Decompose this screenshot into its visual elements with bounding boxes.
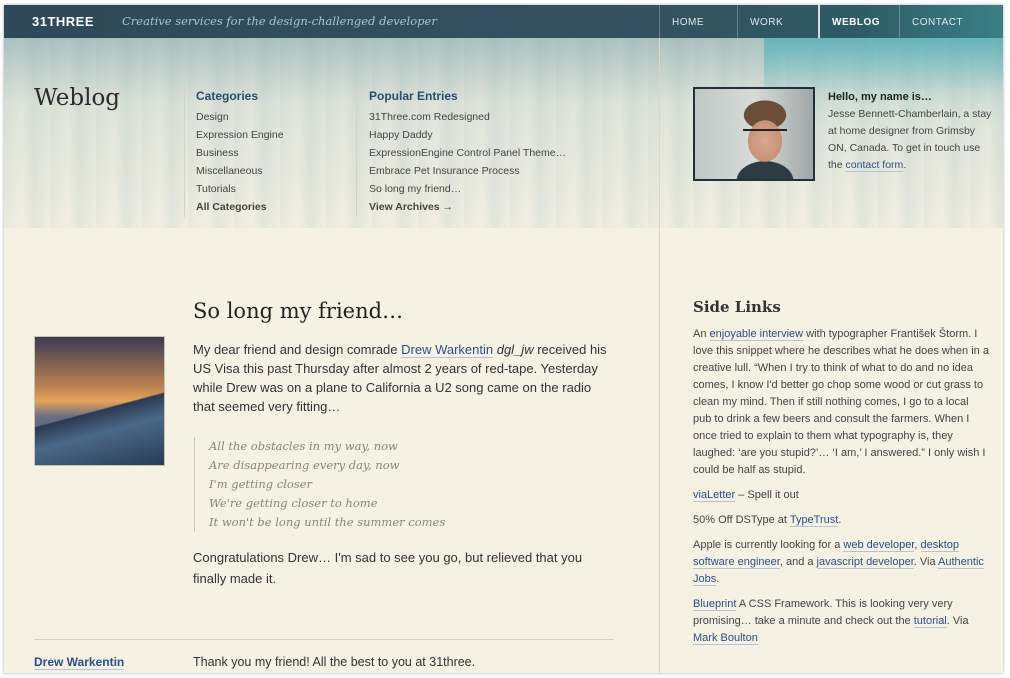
side-text: . Via xyxy=(913,556,939,568)
site-tagline: Creative services for the design-challen… xyxy=(122,14,437,28)
vialetter-link[interactable]: viaLetter xyxy=(693,489,736,502)
side-links: An enjoyable interview with typographer … xyxy=(693,326,989,655)
javascript-developer-link[interactable]: javascript developer xyxy=(816,556,914,569)
top-bar: 31THREE Creative services for the design… xyxy=(4,5,1003,38)
comment-author-link[interactable]: Drew Warkentin xyxy=(34,655,125,670)
side-links-heading: Side Links xyxy=(693,298,781,316)
quote-line: It won't be long until the summer comes xyxy=(209,515,446,529)
side-text: , and a xyxy=(779,556,817,568)
lyrics-quote: All the obstacles in my way, now Are dis… xyxy=(194,437,445,532)
side-link-item: Apple is currently looking for a web dev… xyxy=(693,537,989,588)
contact-form-link[interactable]: contact form xyxy=(845,159,904,172)
post-paragraph: My dear friend and design comrade Drew W… xyxy=(193,340,613,416)
quote-line: We're getting closer to home xyxy=(209,496,378,510)
glasses-detail xyxy=(743,129,787,141)
popular-entry-link[interactable]: 31Three.com Redesigned xyxy=(369,108,566,126)
post-handle: dgl_jw xyxy=(493,342,534,357)
post-image xyxy=(34,336,165,466)
side-text: An xyxy=(693,328,710,340)
side-link-item: viaLetter – Spell it out xyxy=(693,487,989,504)
mark-boulton-link[interactable]: Mark Boulton xyxy=(693,632,758,645)
enjoyable-interview-link[interactable]: enjoyable interview xyxy=(709,328,804,341)
column-divider xyxy=(659,38,660,673)
quote-line: All the obstacles in my way, now xyxy=(209,439,398,453)
tutorial-link[interactable]: tutorial xyxy=(913,615,947,628)
web-developer-link[interactable]: web developer xyxy=(843,539,915,552)
browser-page: 31THREE Creative services for the design… xyxy=(4,5,1003,673)
comments-divider xyxy=(34,639,614,640)
side-text: Apple is currently looking for a xyxy=(693,539,844,551)
site-logo[interactable]: 31THREE xyxy=(32,14,94,29)
side-text: . xyxy=(838,514,842,526)
author-bio-heading: Hello, my name is… xyxy=(828,91,932,103)
popular-entry-link[interactable]: So long my friend… xyxy=(369,180,566,198)
post-title[interactable]: So long my friend… xyxy=(193,299,403,323)
nav-contact[interactable]: CONTACT xyxy=(899,5,1002,38)
category-link[interactable]: Tutorials xyxy=(196,180,284,198)
post-paragraph-closing: Congratulations Drew… I'm sad to see you… xyxy=(193,550,583,586)
quote-line: Are disappearing every day, now xyxy=(209,458,400,472)
side-text: . xyxy=(716,573,720,585)
comment-text: Thank you my friend! All the best to you… xyxy=(193,655,476,669)
category-link[interactable]: Design xyxy=(196,108,284,126)
category-link[interactable]: Expression Engine xyxy=(196,126,284,144)
nav-home[interactable]: HOME xyxy=(659,5,738,38)
post-text: My dear friend and design comrade xyxy=(193,342,402,357)
nav-work[interactable]: WORK xyxy=(737,5,818,38)
side-link-item: Blueprint A CSS Framework. This is looki… xyxy=(693,596,989,647)
author-bio-end: . xyxy=(903,159,907,171)
side-text: , xyxy=(914,539,921,551)
category-link[interactable]: Business xyxy=(196,144,284,162)
page-title: Weblog xyxy=(34,85,121,111)
view-archives-link[interactable]: View Archives → xyxy=(369,198,566,216)
quote-line: I'm getting closer xyxy=(209,477,313,491)
popular-entries-heading: Popular Entries xyxy=(369,89,458,103)
side-text: 50% Off DSType at xyxy=(693,514,790,526)
side-text: . Via xyxy=(946,615,969,627)
nav-weblog[interactable]: WEBLOG xyxy=(818,5,900,38)
popular-entry-link[interactable]: Embrace Pet Insurance Process xyxy=(369,162,566,180)
blueprint-link[interactable]: Blueprint xyxy=(693,598,737,611)
author-photo xyxy=(693,87,815,181)
author-bio: Hello, my name is… Jesse Bennett-Chamber… xyxy=(828,89,993,174)
typetrust-link[interactable]: TypeTrust xyxy=(789,514,839,527)
category-link[interactable]: Miscellaneous xyxy=(196,162,284,180)
side-text: – Spell it out xyxy=(735,489,799,501)
all-categories-link[interactable]: All Categories xyxy=(196,198,284,216)
categories-menu: Categories Design Expression Engine Busi… xyxy=(184,89,284,217)
popular-entry-link[interactable]: Happy Daddy xyxy=(369,126,566,144)
popular-entries-menu: Popular Entries 31Three.com Redesigned H… xyxy=(356,89,566,217)
side-text: with typographer František Štorm. I love… xyxy=(693,328,989,476)
popular-entry-link[interactable]: ExpressionEngine Control Panel Theme… xyxy=(369,144,566,162)
side-link-item: 50% Off DSType at TypeTrust. xyxy=(693,512,989,529)
side-link-item: An enjoyable interview with typographer … xyxy=(693,326,989,479)
drew-warkentin-link[interactable]: Drew Warkentin xyxy=(401,342,494,358)
categories-heading: Categories xyxy=(196,89,259,103)
